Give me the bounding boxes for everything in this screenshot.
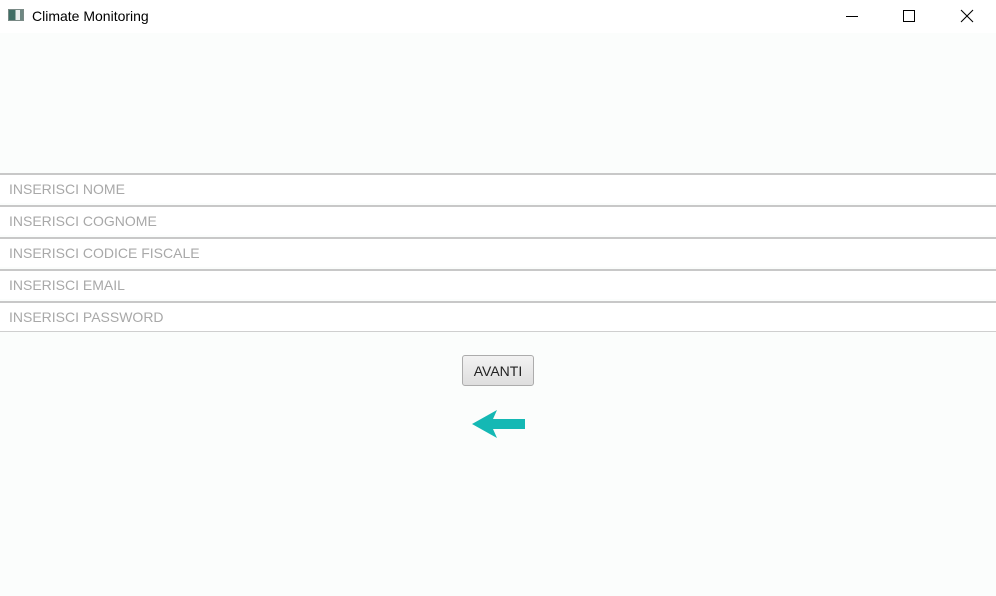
surname-placeholder: INSERISCI COGNOME	[9, 213, 157, 229]
password-placeholder: INSERISCI PASSWORD	[9, 309, 164, 325]
registration-panel: INSERISCI NOME INSERISCI COGNOME INSERIS…	[0, 33, 996, 596]
maximize-button[interactable]	[886, 0, 932, 32]
name-input[interactable]: INSERISCI NOME	[0, 173, 996, 203]
maximize-icon	[903, 10, 915, 22]
close-button[interactable]	[944, 0, 990, 32]
back-button[interactable]	[471, 409, 527, 439]
back-arrow-icon	[472, 410, 525, 438]
form-divider	[0, 331, 996, 332]
surname-input[interactable]: INSERISCI COGNOME	[0, 205, 996, 235]
email-placeholder: INSERISCI EMAIL	[9, 277, 125, 293]
fiscal-code-placeholder: INSERISCI CODICE FISCALE	[9, 245, 200, 261]
name-placeholder: INSERISCI NOME	[9, 181, 125, 197]
email-input[interactable]: INSERISCI EMAIL	[0, 269, 996, 299]
minimize-icon	[846, 16, 858, 17]
window-title: Climate Monitoring	[32, 8, 149, 24]
avanti-button[interactable]: AVANTI	[462, 355, 534, 386]
minimize-button[interactable]	[829, 0, 875, 32]
app-window-icon	[8, 9, 24, 21]
password-input[interactable]: INSERISCI PASSWORD	[0, 301, 996, 331]
close-icon	[960, 9, 974, 23]
fiscal-code-input[interactable]: INSERISCI CODICE FISCALE	[0, 237, 996, 267]
title-bar[interactable]: Climate Monitoring	[0, 0, 996, 33]
app-window: Climate Monitoring INSERISCI NOME INSERI…	[0, 0, 996, 596]
